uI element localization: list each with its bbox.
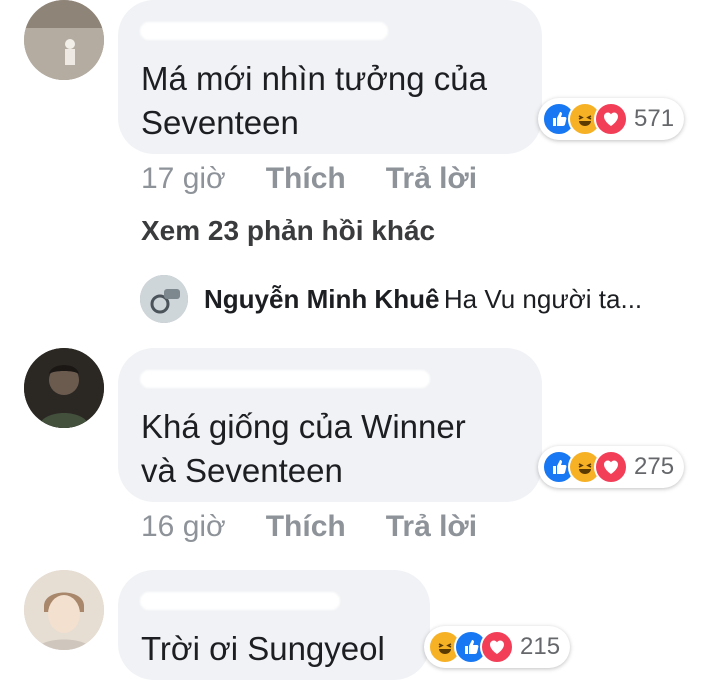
avatar-photo <box>24 348 104 428</box>
reply-button[interactable]: Trả lời <box>386 162 477 196</box>
reaction-summary[interactable]: 275 <box>538 446 685 488</box>
reaction-count: 215 <box>520 633 561 660</box>
avatar-photo <box>24 0 104 80</box>
comment-actions: 17 giờ Thích Trả lời <box>141 162 477 196</box>
comment-text-line1: Trời ơi Sungyeol <box>141 630 385 667</box>
love-reaction-icon <box>480 630 514 664</box>
reply-button[interactable]: Trả lời <box>386 510 477 544</box>
comment-text-line2: và Seventeen <box>141 452 343 489</box>
commenter-name-hidden <box>140 592 340 610</box>
comment-text-line1: Má mới nhìn tưởng của <box>141 60 488 97</box>
like-button[interactable]: Thích <box>266 162 346 196</box>
commenter-avatar[interactable] <box>24 570 104 650</box>
commenter-avatar[interactable] <box>24 0 104 80</box>
commenter-name-hidden <box>140 22 388 40</box>
love-reaction-icon <box>594 450 628 484</box>
reply-author-name[interactable]: Nguyễn Minh Khuê <box>204 284 439 314</box>
reply-preview[interactable]: Nguyễn Minh Khuê Ha Vu người ta... <box>204 284 642 315</box>
commenter-name-hidden <box>140 370 430 388</box>
reaction-count: 275 <box>634 453 675 480</box>
like-button[interactable]: Thích <box>266 510 346 544</box>
comment-text-line1: Khá giống của Winner <box>141 408 466 445</box>
commenter-avatar[interactable] <box>24 348 104 428</box>
comment-time[interactable]: 16 giờ <box>141 510 226 544</box>
view-more-replies-link[interactable]: Xem 23 phản hồi khác <box>141 215 435 247</box>
avatar-photo <box>24 570 104 650</box>
comment-text-line2: Seventeen <box>141 104 299 141</box>
watch-image <box>140 275 188 323</box>
comment-time[interactable]: 17 giờ <box>141 162 226 196</box>
reaction-summary[interactable]: 215 <box>424 626 571 668</box>
reply-avatar[interactable] <box>140 275 188 323</box>
comment-actions: 16 giờ Thích Trả lời <box>141 510 477 544</box>
reaction-summary[interactable]: 571 <box>538 98 685 140</box>
love-reaction-icon <box>594 102 628 136</box>
reply-snippet: Ha Vu người ta... <box>443 284 643 314</box>
reaction-count: 571 <box>634 105 675 132</box>
